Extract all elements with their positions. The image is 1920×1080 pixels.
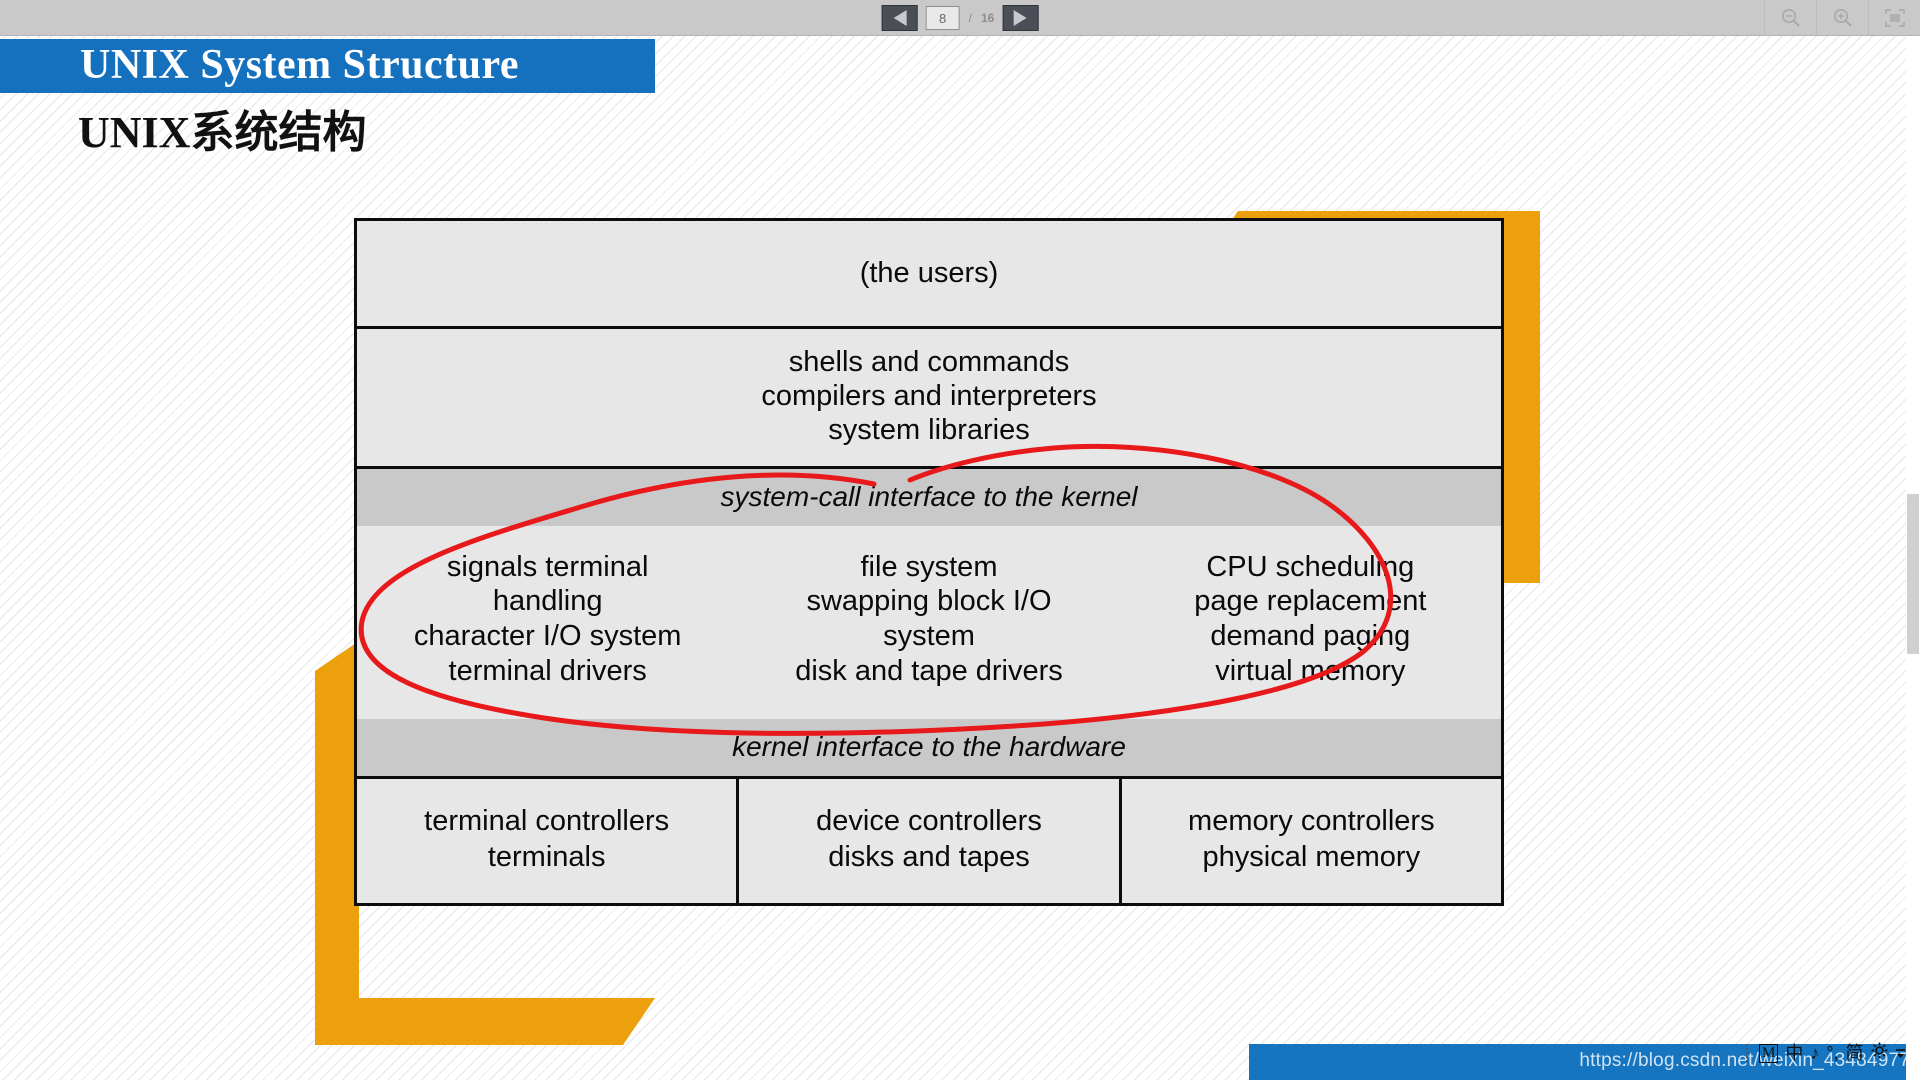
gear-icon[interactable] [1871,1042,1888,1064]
hardware-column-device: device controllers disks and tapes [736,778,1118,904]
kernel-line: file system [860,550,998,583]
zoom-in-icon [1833,9,1852,27]
diagram-row-shells: shells and commands compilers and interp… [357,329,1501,469]
kernel-line: swapping block I/O [806,585,1052,618]
page-number-input[interactable]: 8 [925,6,960,30]
slide-canvas: UNIX System Structure UNIX系统结构 (the user… [0,36,1920,1080]
viewer-toolbar: 8 / 16 [0,0,1920,36]
kernel-line: character I/O system [413,620,682,653]
shells-line: system libraries [828,414,1030,447]
kernel-line: system [883,620,975,653]
triangle-left-icon [893,10,907,26]
shells-line: compilers and interpreters [761,380,1097,413]
accent-bracket-bottom-left-vertical [315,641,359,1045]
zoom-in-button[interactable] [1816,0,1868,36]
hardware-line: terminal controllers [424,804,670,837]
unix-architecture-diagram: (the users) shells and commands compiler… [354,218,1504,907]
total-pages-label: 16 [980,11,995,25]
toolbar-right-tools [1764,0,1920,36]
kernel-line: CPU scheduling [1206,550,1415,583]
users-label: (the users) [859,257,999,289]
previous-page-button[interactable] [881,5,918,31]
presentation-viewer: 8 / 16 UNIX System Structure UNIX系统结构 (t… [0,0,1920,1080]
diagram-row-kernel: signals terminal handling character I/O … [357,526,1501,719]
kernel-column-signals: signals terminal handling character I/O … [357,550,738,689]
kernel-column-filesystem: file system swapping block I/O system di… [738,550,1119,689]
hardware-line: memory controllers [1188,804,1435,837]
kernel-line: handling [492,585,603,618]
slide-title-chinese: UNIX系统结构 [78,108,367,157]
hardware-line: device controllers [816,804,1042,837]
triangle-right-icon [1013,10,1027,26]
zoom-out-icon [1781,9,1800,27]
hardware-line: physical memory [1202,841,1421,874]
zoom-out-button[interactable] [1764,0,1816,36]
diagram-row-hardware: terminal controllers terminals device co… [357,775,1501,904]
page-separator: / [968,11,972,25]
kernel-column-cpu: CPU scheduling page replacement demand p… [1120,550,1501,689]
kernel-line: page replacement [1194,585,1427,618]
hardware-line: terminals [487,841,606,874]
hardware-line: disks and tapes [828,841,1030,874]
accent-bracket-bottom-left-horizontal [315,998,655,1045]
ime-tone-icon[interactable]: ♪ [1810,1043,1819,1063]
ime-mode-badge[interactable]: M [1759,1043,1779,1063]
kernel-line: virtual memory [1215,655,1406,688]
hardware-column-memory: memory controllers physical memory [1118,778,1501,904]
kernel-line: disk and tape drivers [795,655,1063,688]
next-page-button[interactable] [1002,5,1039,31]
syscall-interface-band: system-call interface to the kernel [357,468,1501,526]
fullscreen-button[interactable] [1868,0,1920,36]
shells-line: shells and commands [788,346,1070,378]
page-scrollbar[interactable] [1906,36,1920,1080]
kernel-line: terminal drivers [448,655,647,688]
fullscreen-icon [1884,9,1905,27]
scrollbar-thumb[interactable] [1907,494,1919,654]
kernel-line: signals terminal [446,550,649,583]
chevron-updown-icon[interactable] [1895,1045,1906,1061]
ime-drag-handle[interactable] [1746,1044,1751,1062]
hardware-interface-band: kernel interface to the hardware [357,718,1501,776]
ime-language-toggle[interactable]: 中 [1785,1043,1803,1063]
kernel-line: demand paging [1210,620,1411,653]
diagram-row-users: (the users) [357,221,1501,329]
ime-toolbar[interactable]: M 中 ♪ °, 简 [1746,1040,1906,1066]
ime-punctuation-icon[interactable]: °, [1826,1043,1838,1063]
page-navigation: 8 / 16 [881,4,1039,32]
ime-script-toggle[interactable]: 简 [1846,1043,1864,1063]
slide-title-english: UNIX System Structure [80,42,520,88]
hardware-column-terminal: terminal controllers terminals [357,779,736,904]
